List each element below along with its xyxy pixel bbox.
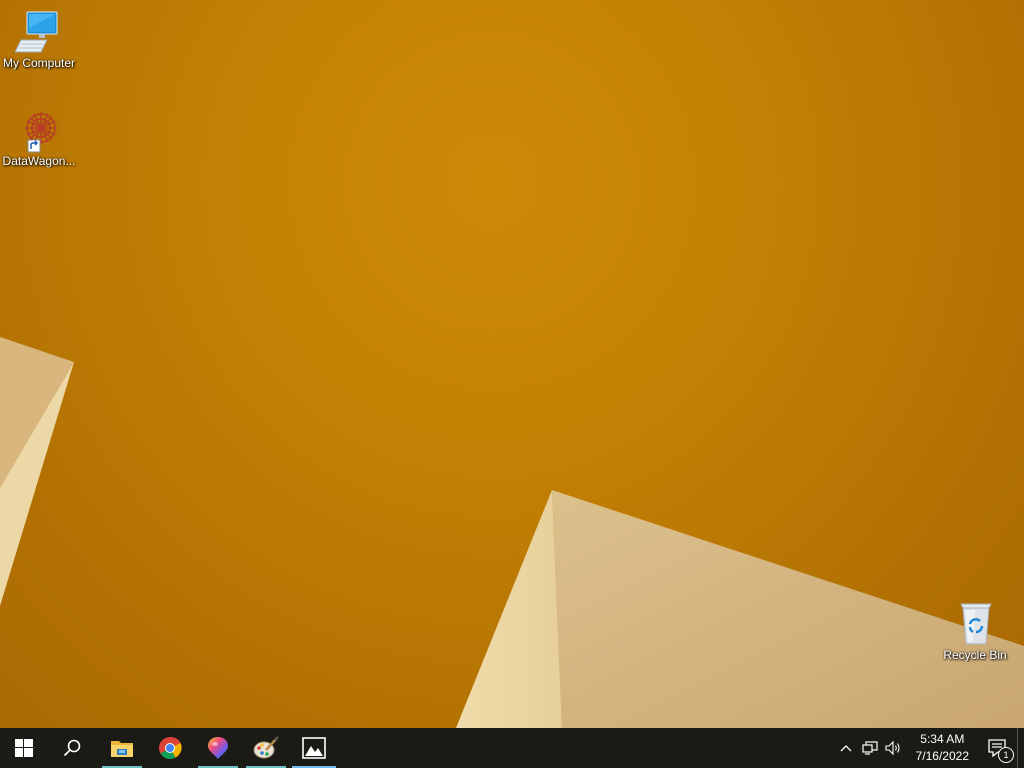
desktop-icon-my-computer[interactable]: My Computer <box>0 8 78 70</box>
volume-icon <box>885 741 900 755</box>
taskbar-paint[interactable] <box>242 728 290 768</box>
paint-3d-icon <box>208 737 228 759</box>
desktop-icon-label: My Computer <box>2 56 76 70</box>
show-desktop-button[interactable] <box>1017 728 1024 768</box>
taskbar: 5:34 AM 7/16/2022 1 <box>0 728 1024 768</box>
search-button[interactable] <box>48 728 96 768</box>
clock-date: 7/16/2022 <box>915 749 969 763</box>
photos-icon <box>302 737 326 759</box>
desktop-icon-label: Recycle Bin <box>943 648 1007 662</box>
desktop-icon-datawagon[interactable]: DataWagon... <box>0 106 78 168</box>
taskbar-file-explorer[interactable] <box>98 728 146 768</box>
computer-icon <box>14 8 63 56</box>
windows-start-icon <box>15 739 33 757</box>
desktop-icon-recycle-bin[interactable]: Recycle Bin <box>936 600 1014 662</box>
paint-icon <box>253 736 279 759</box>
clock-time: 5:34 AM <box>920 732 965 746</box>
chrome-icon <box>159 736 182 759</box>
show-hidden-icons-button[interactable] <box>834 728 858 768</box>
file-explorer-icon <box>111 741 133 757</box>
taskbar-chrome[interactable] <box>146 728 194 768</box>
taskbar-paint-3d[interactable] <box>194 728 242 768</box>
datawagon-app-icon <box>15 106 63 154</box>
system-tray: 5:34 AM 7/16/2022 1 <box>834 728 1024 768</box>
notification-count-badge: 1 <box>998 747 1014 763</box>
start-button[interactable] <box>0 728 48 768</box>
chevron-up-icon <box>840 745 852 752</box>
wallpaper-graphic <box>0 337 1024 728</box>
taskbar-photos[interactable] <box>290 728 338 768</box>
action-center-button[interactable]: 1 <box>977 728 1017 768</box>
search-icon <box>63 739 81 757</box>
network-button[interactable] <box>858 728 882 768</box>
network-icon <box>862 741 878 755</box>
clock[interactable]: 5:34 AM 7/16/2022 <box>906 731 977 765</box>
recycle-bin-icon <box>951 600 999 648</box>
desktop-icon-label: DataWagon... <box>2 154 76 168</box>
volume-button[interactable] <box>882 728 906 768</box>
desktop: My Computer DataWagon... Recycle Bin <box>0 0 1024 728</box>
